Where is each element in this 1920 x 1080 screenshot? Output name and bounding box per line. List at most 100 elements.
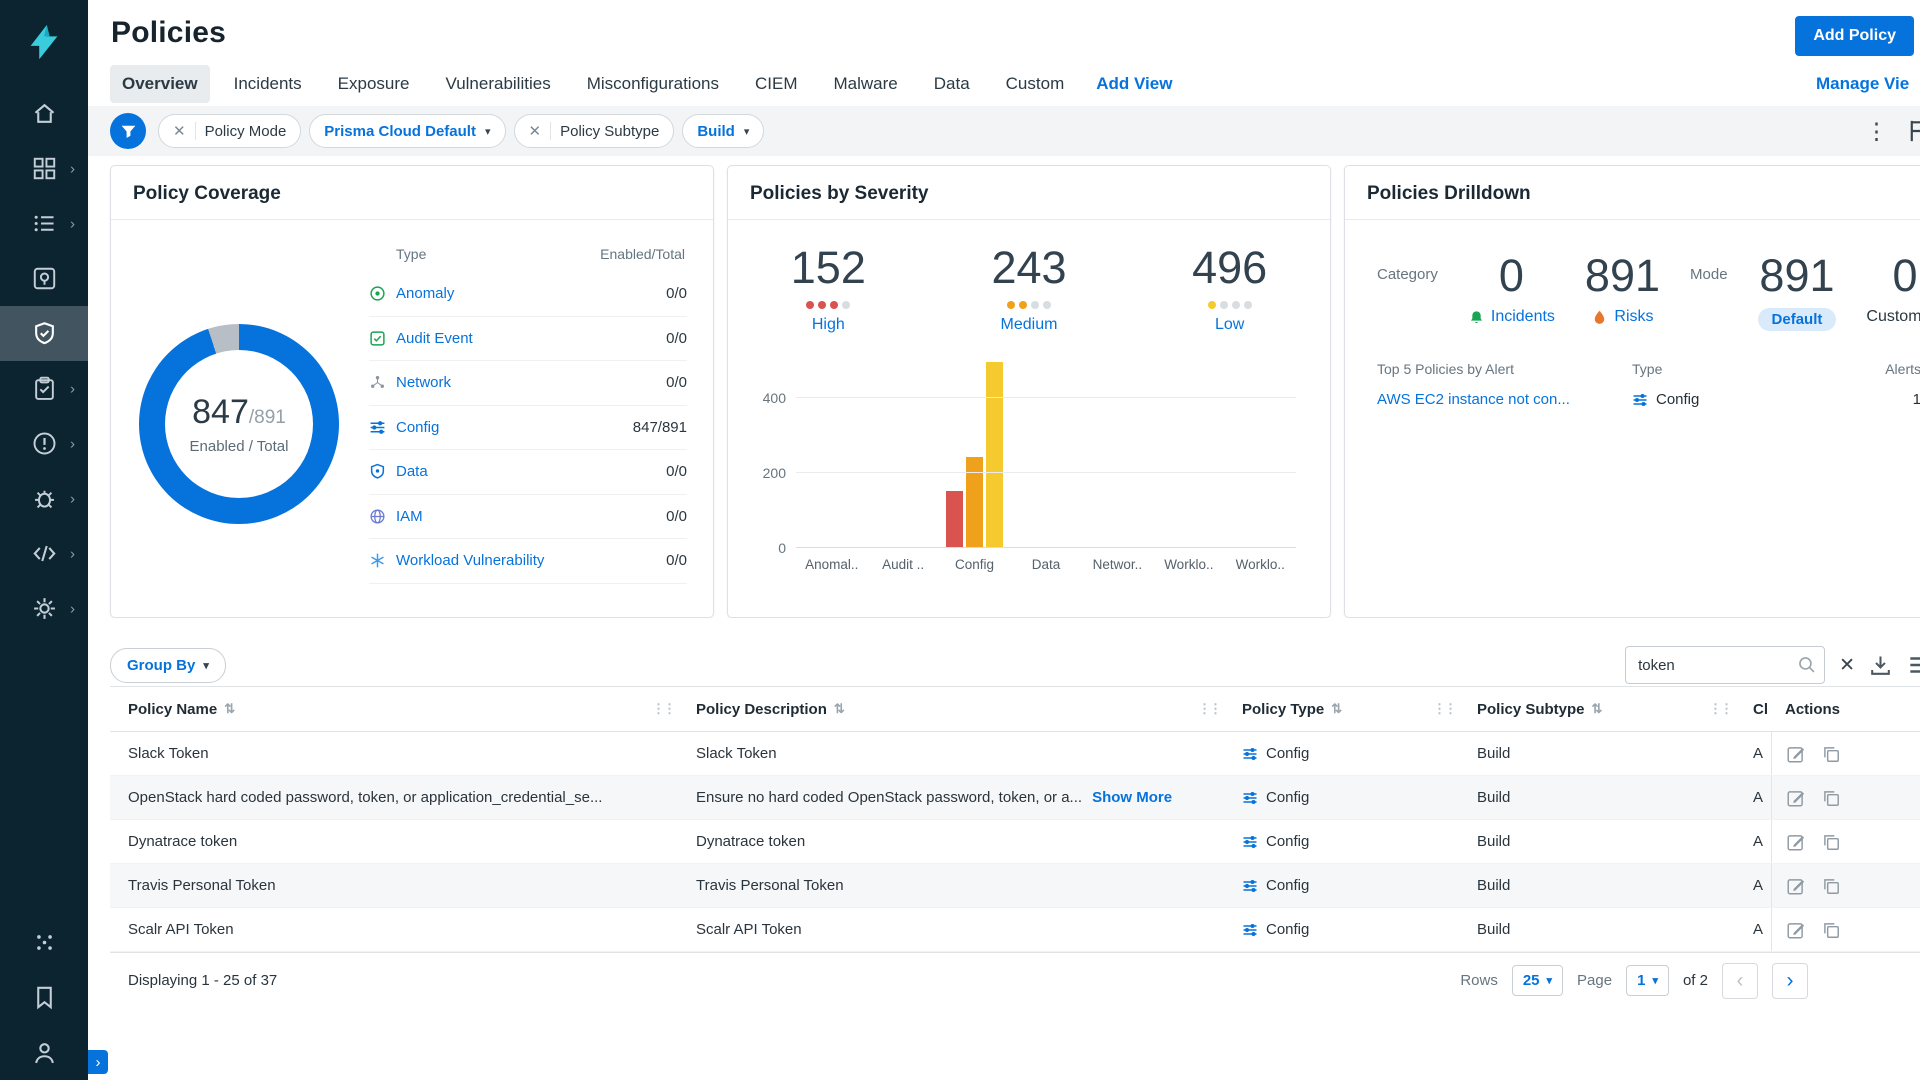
policy-name-cell: Scalr API Token [110, 921, 682, 938]
clone-policy-icon[interactable] [1821, 744, 1841, 764]
severity-label-link[interactable]: High [812, 316, 845, 334]
edit-policy-icon[interactable] [1786, 788, 1806, 808]
column-header-policy-description[interactable]: Policy Description⇅⋮⋮ [682, 687, 1228, 731]
column-settings-icon[interactable] [1906, 652, 1920, 678]
clone-policy-icon[interactable] [1821, 832, 1841, 852]
sidebar-item-home[interactable] [0, 86, 88, 141]
severity-stat-low: 496Low [1129, 242, 1330, 334]
coverage-type-link[interactable]: Anomaly [396, 285, 454, 302]
column-header-policy-name[interactable]: Policy Name ⇅ ⋮⋮ [110, 687, 682, 731]
tabs: Overview Incidents Exposure Vulnerabilities… [104, 65, 1082, 103]
config-type-icon [1242, 790, 1258, 806]
bar-high[interactable] [946, 491, 963, 548]
severity-dot [1031, 301, 1039, 309]
tab-exposure[interactable]: Exposure [326, 65, 422, 103]
tab-overview[interactable]: Overview [110, 65, 210, 103]
sidebar-item-more[interactable] [0, 915, 88, 970]
sidebar-item-saved-views[interactable] [0, 970, 88, 1025]
edit-policy-icon[interactable] [1786, 832, 1806, 852]
coverage-type-link[interactable]: Workload Vulnerability [396, 552, 544, 569]
column-drag-handle[interactable]: ⋮⋮ [652, 701, 674, 717]
filter-value-build[interactable]: Build▾ [682, 114, 764, 148]
sidebar-collapse-button[interactable]: › [88, 1050, 108, 1074]
previous-page-button[interactable]: ‹ [1722, 963, 1758, 999]
column-header-policy-subtype[interactable]: Policy Subtype⇅⋮⋮ [1463, 687, 1739, 731]
page-select[interactable]: 1▾ [1626, 965, 1669, 996]
tab-malware[interactable]: Malware [821, 65, 909, 103]
chart-xlabel: Worklo.. [1153, 557, 1224, 572]
edit-policy-icon[interactable] [1786, 876, 1806, 896]
sort-icon[interactable]: ⇅ [1592, 701, 1603, 717]
clone-policy-icon[interactable] [1821, 920, 1841, 940]
column-header-actions: Actions [1771, 687, 1920, 731]
edit-policy-icon[interactable] [1786, 920, 1806, 940]
tab-custom[interactable]: Custom [994, 65, 1077, 103]
sidebar-item-compliance[interactable]: › [0, 361, 88, 416]
bell-icon [1468, 309, 1485, 326]
column-header-label: Policy Name [128, 701, 217, 718]
filter-value-prisma-cloud-default[interactable]: Prisma Cloud Default▾ [309, 114, 505, 148]
severity-label-link[interactable]: Medium [1001, 316, 1058, 334]
incidents-link[interactable]: Incidents [1468, 308, 1555, 326]
tab-incidents[interactable]: Incidents [222, 65, 314, 103]
tab-misconfigurations[interactable]: Misconfigurations [575, 65, 731, 103]
kebab-menu-icon[interactable]: ⋮ [1865, 120, 1888, 143]
filter-bar: ✕Policy ModePrisma Cloud Default▾✕Policy… [88, 106, 1920, 156]
coverage-row: Audit Event0/0 [369, 317, 687, 362]
sidebar-item-discovery[interactable] [0, 251, 88, 306]
sidebar-item-settings[interactable]: › [0, 581, 88, 636]
sidebar-item-vulnerabilities[interactable]: › [0, 471, 88, 526]
sidebar-item-governance[interactable] [0, 306, 88, 361]
default-mode-toggle[interactable]: Default [1758, 308, 1837, 331]
download-icon[interactable] [1869, 654, 1892, 677]
sidebar-bottom [0, 915, 88, 1080]
custom-mode-toggle[interactable]: Custom [1866, 308, 1920, 326]
search-input[interactable] [1625, 646, 1825, 684]
column-drag-handle[interactable]: ⋮⋮ [1198, 701, 1220, 717]
sidebar-item-inventory[interactable]: › [0, 196, 88, 251]
coverage-type-link[interactable]: IAM [396, 508, 423, 525]
tab-vulnerabilities[interactable]: Vulnerabilities [433, 65, 562, 103]
policy-type-cell: Config [1228, 789, 1463, 806]
coverage-type-link[interactable]: Config [396, 419, 439, 436]
rows-per-page-select[interactable]: 25▾ [1512, 965, 1563, 996]
column-header-policy-type[interactable]: Policy Type⇅⋮⋮ [1228, 687, 1463, 731]
risks-link[interactable]: Risks [1591, 308, 1653, 326]
coverage-type-link[interactable]: Audit Event [396, 330, 473, 347]
save-filter-icon[interactable] [1906, 118, 1920, 144]
top-policy-link[interactable]: AWS EC2 instance not con... [1377, 391, 1632, 408]
tab-ciem[interactable]: CIEM [743, 65, 810, 103]
filter-icon[interactable] [110, 113, 146, 149]
sidebar-item-profile[interactable] [0, 1025, 88, 1080]
edit-policy-icon[interactable] [1786, 744, 1806, 764]
coverage-type-link[interactable]: Network [396, 374, 451, 391]
remove-filter-icon[interactable]: ✕ [529, 122, 542, 140]
column-drag-handle[interactable]: ⋮⋮ [1709, 701, 1731, 717]
settings-icon [32, 596, 57, 621]
column-drag-handle[interactable]: ⋮⋮ [1433, 701, 1455, 717]
manage-views-link[interactable]: Manage Vie [1816, 74, 1920, 94]
sort-icon[interactable]: ⇅ [1331, 701, 1342, 717]
tab-data[interactable]: Data [922, 65, 982, 103]
clone-policy-icon[interactable] [1821, 788, 1841, 808]
chart-xlabel: Config [939, 557, 1010, 572]
next-page-button[interactable]: › [1772, 963, 1808, 999]
clone-policy-icon[interactable] [1821, 876, 1841, 896]
bar-low[interactable] [986, 362, 1003, 548]
add-view-link[interactable]: Add View [1096, 74, 1172, 94]
prisma-cloud-logo[interactable] [0, 0, 88, 86]
discovery-icon [32, 266, 57, 291]
group-by-button[interactable]: Group By▾ [110, 648, 226, 683]
add-policy-button[interactable]: Add Policy [1795, 16, 1914, 56]
sidebar-item-application-security[interactable]: › [0, 526, 88, 581]
remove-filter-icon[interactable]: ✕ [173, 122, 186, 140]
sort-icon[interactable]: ⇅ [834, 701, 845, 717]
sidebar-item-dashboards[interactable]: › [0, 141, 88, 196]
bar-medium[interactable] [966, 457, 983, 548]
coverage-type-link[interactable]: Data [396, 463, 428, 480]
sort-icon[interactable]: ⇅ [224, 701, 235, 717]
clear-search-icon[interactable]: ✕ [1839, 654, 1855, 677]
show-more-link[interactable]: Show More [1092, 789, 1172, 806]
severity-label-link[interactable]: Low [1215, 316, 1244, 334]
sidebar-item-alerts[interactable]: › [0, 416, 88, 471]
